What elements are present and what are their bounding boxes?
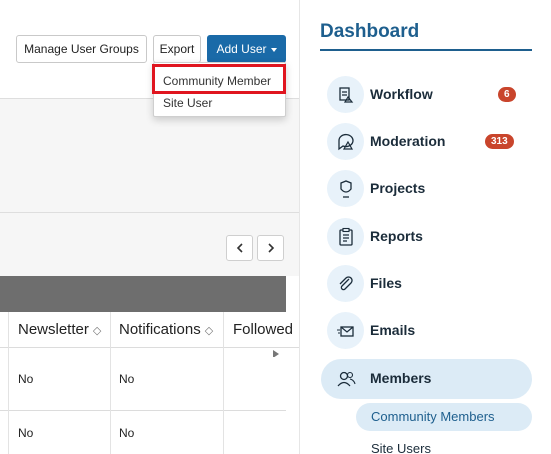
sidebar-item-label: Projects	[370, 180, 426, 196]
column-label: Notifications	[119, 321, 201, 338]
chevron-left-icon	[236, 243, 243, 253]
highlight-box	[152, 64, 286, 94]
subitem-label: Community Members	[371, 409, 495, 424]
column-divider	[110, 312, 111, 348]
workflow-count-badge: 6	[498, 87, 516, 102]
moderation-icon	[327, 123, 364, 160]
notifications-cell: No	[119, 426, 135, 440]
column-header-followed[interactable]: Followed	[233, 321, 293, 338]
manage-user-groups-button[interactable]: Manage User Groups	[16, 35, 147, 63]
caret-down-icon	[270, 48, 277, 52]
column-divider	[110, 348, 111, 454]
sidebar-item-workflow[interactable]: Workflow 6	[321, 75, 532, 115]
table-row: No No	[0, 357, 286, 411]
pagination-band	[0, 213, 299, 276]
site-user-option[interactable]: Site User	[163, 96, 212, 110]
newsletter-cell: No	[18, 372, 34, 386]
column-divider	[8, 312, 9, 348]
notifications-cell: No	[119, 372, 135, 386]
sort-icon: ◇	[92, 325, 102, 337]
sidebar-title: Dashboard	[320, 21, 420, 42]
sort-icon: ◇	[204, 325, 214, 337]
next-page-button[interactable]	[257, 235, 284, 261]
add-user-button[interactable]: Add User	[207, 35, 286, 63]
table-header: Newsletter ◇ Notifications ◇ Followed	[0, 312, 299, 348]
column-header-newsletter[interactable]: Newsletter ◇	[18, 321, 101, 338]
sidebar-item-label: Moderation	[370, 133, 446, 149]
moderation-count-badge: 313	[485, 134, 514, 149]
sidebar-item-reports[interactable]: Reports	[321, 217, 532, 257]
sidebar-subitem-site-users[interactable]: Site Users	[371, 441, 431, 454]
sidebar-item-emails[interactable]: Emails	[321, 311, 532, 351]
chevron-right-icon	[267, 243, 274, 253]
newsletter-cell: No	[18, 426, 34, 440]
add-user-label: Add User	[216, 42, 267, 56]
table-row: No No	[0, 411, 286, 454]
sidebar-item-label: Reports	[370, 228, 423, 244]
dashboard-sidebar: Dashboard Workflow 6 Moderation 313 Proj…	[299, 0, 551, 454]
sidebar-item-label: Members	[370, 370, 432, 386]
sidebar-item-moderation[interactable]: Moderation 313	[321, 122, 532, 162]
column-divider	[223, 312, 224, 348]
column-divider	[223, 348, 224, 454]
table-toolbar	[0, 276, 286, 312]
title-underline	[320, 49, 532, 51]
sidebar-item-label: Emails	[370, 322, 416, 338]
column-header-notifications[interactable]: Notifications ◇	[119, 321, 213, 338]
filter-band	[0, 150, 299, 213]
reports-icon	[327, 218, 364, 255]
column-label: Newsletter	[18, 321, 89, 338]
projects-icon	[327, 170, 364, 207]
sidebar-item-label: Files	[370, 275, 402, 291]
column-divider	[8, 348, 9, 454]
sidebar-subitem-community-members[interactable]: Community Members	[356, 403, 532, 431]
workflow-icon	[327, 76, 364, 113]
export-button[interactable]: Export	[153, 35, 201, 63]
sidebar-item-files[interactable]: Files	[321, 264, 532, 304]
previous-page-button[interactable]	[226, 235, 253, 261]
sidebar-item-projects[interactable]: Projects	[321, 169, 532, 209]
column-label: Followed	[233, 321, 294, 338]
paperclip-icon	[327, 265, 364, 302]
sidebar-item-label: Workflow	[370, 86, 433, 102]
email-icon	[327, 312, 364, 349]
members-icon	[327, 360, 364, 397]
sidebar-item-members[interactable]: Members	[321, 359, 532, 399]
